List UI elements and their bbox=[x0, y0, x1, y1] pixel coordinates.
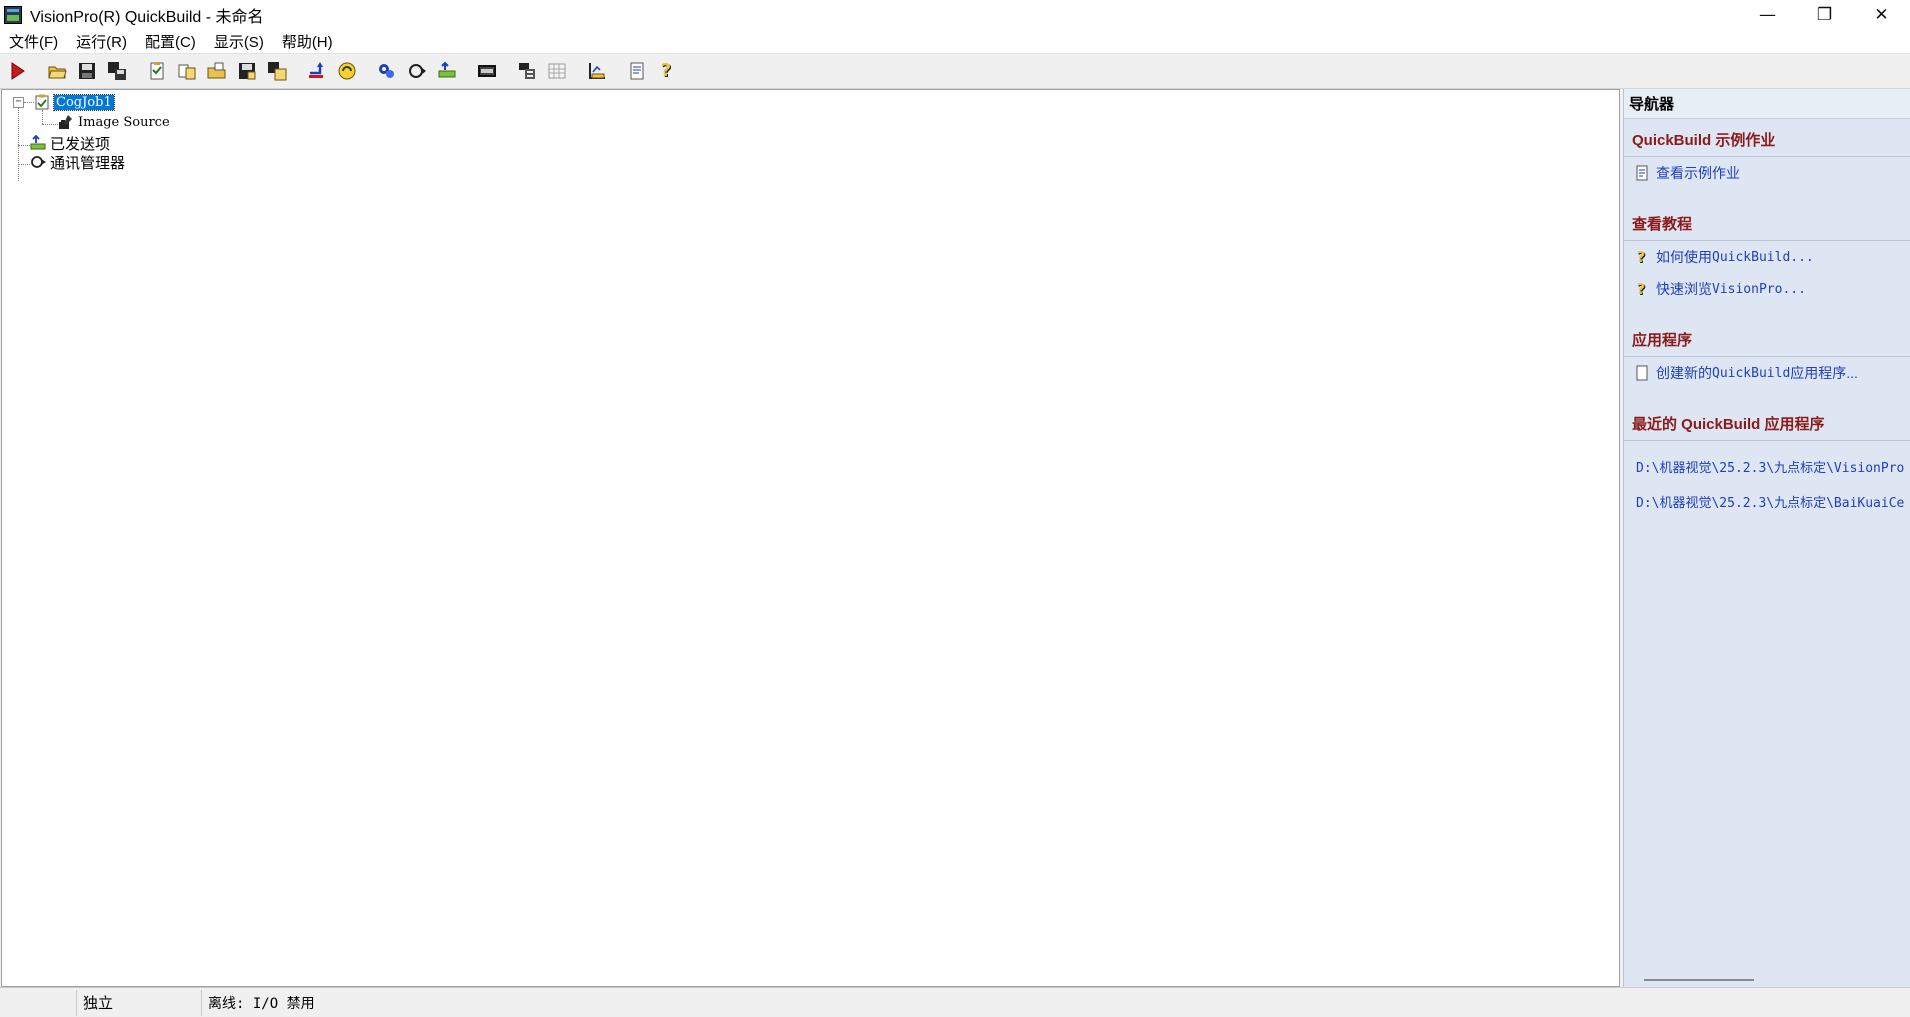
run-once-icon[interactable] bbox=[6, 60, 28, 82]
tree-node-image-source[interactable]: Image Source bbox=[58, 113, 170, 131]
navigator-panel: 导航器 QuickBuild 示例作业 查看示例作业 查看教程 ?? 如何使用 … bbox=[1623, 89, 1910, 987]
new-app-link[interactable]: 创建新的 QuickBuild 应用程序... bbox=[1624, 357, 1910, 389]
save-icon[interactable] bbox=[76, 60, 98, 82]
posted-items-icon[interactable] bbox=[436, 60, 458, 82]
blank-page-icon bbox=[1634, 365, 1650, 381]
window-title: VisionPro(R) QuickBuild - 未命名 bbox=[30, 8, 264, 26]
menu-configure[interactable]: 配置(C) bbox=[136, 31, 205, 52]
doc-icon[interactable] bbox=[626, 60, 648, 82]
posted-items-icon bbox=[30, 135, 46, 150]
visionpro-app-icon bbox=[4, 5, 22, 24]
save-as-icon[interactable] bbox=[106, 60, 128, 82]
navigator-title: 导航器 bbox=[1624, 89, 1910, 119]
comm-manager-icon[interactable] bbox=[376, 60, 398, 82]
tutorial-how-to-product[interactable]: QuickBuild... bbox=[1712, 250, 1814, 265]
title-bar: VisionPro(R) QuickBuild - 未命名 — ❐ ✕ bbox=[0, 0, 1910, 29]
svg-text:?: ? bbox=[661, 61, 671, 81]
status-connection: 离线: I/O 禁用 bbox=[201, 989, 421, 1016]
camera-tool-icon bbox=[59, 115, 72, 129]
new-app-suffix[interactable]: 应用程序... bbox=[1790, 363, 1858, 383]
tree-node-job-label[interactable]: CogJob1 bbox=[53, 93, 115, 111]
recent-app-link-1[interactable]: D:\机器视觉\25.2.3\九点标定\VisionPro bbox=[1624, 449, 1910, 484]
menu-run[interactable]: 运行(R) bbox=[67, 31, 136, 52]
help-icon[interactable]: ?? bbox=[656, 60, 678, 82]
tree-node-posted-items[interactable]: 已发送项 bbox=[30, 133, 110, 154]
realtime-icon[interactable] bbox=[336, 60, 358, 82]
menu-file[interactable]: 文件(F) bbox=[0, 31, 67, 52]
navigator-scrollbar[interactable] bbox=[1644, 979, 1754, 981]
samples-section-title: QuickBuild 示例作业 bbox=[1624, 119, 1910, 157]
tutorial-how-to-link[interactable]: ?? 如何使用 QuickBuild... bbox=[1624, 241, 1910, 273]
new-app-product[interactable]: QuickBuild bbox=[1712, 366, 1790, 381]
help-icon: ?? bbox=[1634, 281, 1650, 297]
save-job-as-icon[interactable] bbox=[266, 60, 288, 82]
image-display-icon[interactable] bbox=[476, 60, 498, 82]
job-clipboard-icon bbox=[35, 94, 49, 110]
view-samples-link[interactable]: 查看示例作业 bbox=[1624, 157, 1910, 189]
toolbar: ?? bbox=[0, 54, 1910, 89]
svg-text:?: ? bbox=[1637, 281, 1646, 297]
collapse-icon[interactable]: − bbox=[13, 97, 24, 108]
help-icon: ?? bbox=[1634, 249, 1650, 265]
tutorial-tour-product[interactable]: VisionPro... bbox=[1712, 282, 1806, 297]
open-folder-icon[interactable] bbox=[46, 60, 68, 82]
svg-text:?: ? bbox=[1637, 249, 1646, 265]
tutorial-tour-link[interactable]: ?? 快速浏览 VisionPro... bbox=[1624, 273, 1910, 305]
menu-bar: 文件(F) 运行(R) 配置(C) 显示(S) 帮助(H) bbox=[0, 29, 1910, 54]
recent-app-link-2[interactable]: D:\机器视觉\25.2.3\九点标定\BaiKuaiCe bbox=[1624, 484, 1910, 519]
job-properties-icon[interactable] bbox=[146, 60, 168, 82]
tree-node-comm-manager[interactable]: 通讯管理器 bbox=[30, 152, 125, 173]
tutorials-section-title: 查看教程 bbox=[1624, 203, 1910, 241]
post-item-icon[interactable] bbox=[306, 60, 328, 82]
job-tree-panel: − CogJob1 Image Source 已发送项 通讯管理器 bbox=[1, 89, 1620, 987]
new-job-icon[interactable] bbox=[176, 60, 198, 82]
job-list-icon[interactable] bbox=[516, 60, 538, 82]
minimize-button[interactable]: — bbox=[1739, 0, 1796, 29]
continuous-run-icon[interactable] bbox=[406, 60, 428, 82]
status-mode: 独立 bbox=[76, 989, 201, 1016]
grid-icon[interactable] bbox=[546, 60, 568, 82]
status-bar: 独立 离线: I/O 禁用 bbox=[0, 987, 1910, 1017]
tree-node-job[interactable]: CogJob1 bbox=[34, 93, 115, 111]
results-icon[interactable] bbox=[586, 60, 608, 82]
tree-node-posted-items-label[interactable]: 已发送项 bbox=[50, 133, 110, 154]
window-controls: — ❐ ✕ bbox=[1739, 0, 1910, 29]
save-job-icon[interactable] bbox=[236, 60, 258, 82]
tutorial-tour-prefix[interactable]: 快速浏览 bbox=[1656, 279, 1712, 299]
open-job-icon[interactable] bbox=[206, 60, 228, 82]
document-icon bbox=[1634, 165, 1650, 181]
apps-section-title: 应用程序 bbox=[1624, 319, 1910, 357]
recent-section-title: 最近的 QuickBuild 应用程序 bbox=[1624, 403, 1910, 441]
comm-manager-icon bbox=[31, 156, 46, 168]
view-samples-link-label[interactable]: 查看示例作业 bbox=[1656, 163, 1740, 183]
new-app-prefix[interactable]: 创建新的 bbox=[1656, 363, 1712, 383]
tutorial-how-to-prefix[interactable]: 如何使用 bbox=[1656, 247, 1712, 267]
tree-node-comm-manager-label[interactable]: 通讯管理器 bbox=[50, 152, 125, 173]
menu-help[interactable]: 帮助(H) bbox=[273, 31, 342, 52]
tree-node-image-source-label[interactable]: Image Source bbox=[78, 115, 170, 130]
menu-view[interactable]: 显示(S) bbox=[205, 31, 273, 52]
restore-button[interactable]: ❐ bbox=[1796, 0, 1853, 29]
status-cell-blank bbox=[0, 990, 30, 1016]
close-button[interactable]: ✕ bbox=[1853, 0, 1910, 29]
